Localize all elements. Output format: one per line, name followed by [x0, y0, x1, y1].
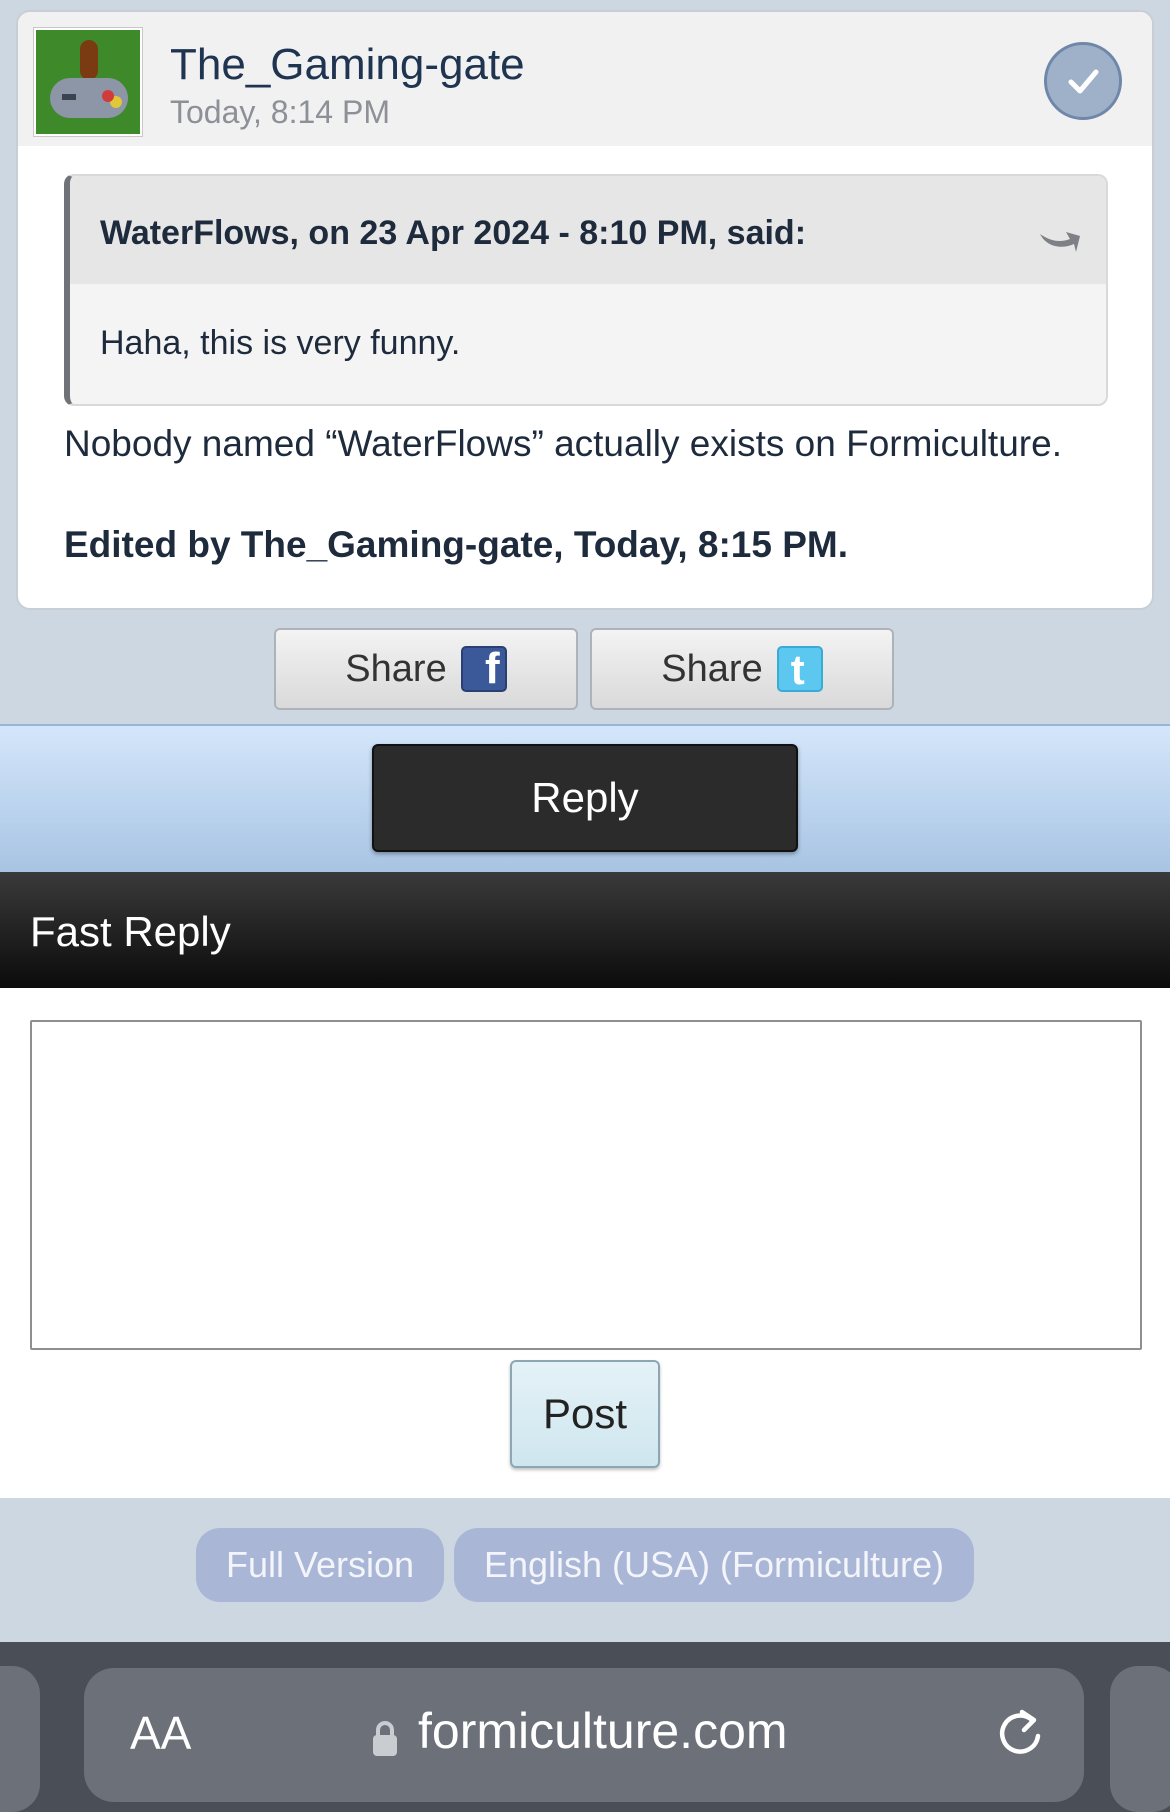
post-body: Nobody named “WaterFlows” actually exist…	[64, 423, 1062, 464]
gamepad-icon	[50, 78, 128, 118]
fast-reply-panel: Post	[0, 988, 1170, 1498]
checkmark-icon[interactable]	[1044, 42, 1122, 120]
full-version-link[interactable]: Full Version	[196, 1528, 444, 1602]
language-selector[interactable]: English (USA) (Formiculture)	[454, 1528, 974, 1602]
url-text[interactable]: formiculture.com	[418, 1702, 788, 1760]
share-twitter-button[interactable]: Share	[590, 628, 894, 710]
fast-reply-textarea[interactable]	[30, 1020, 1142, 1350]
avatar[interactable]	[34, 28, 142, 136]
post-button[interactable]: Post	[510, 1360, 660, 1468]
next-tab[interactable]	[1110, 1666, 1170, 1812]
share-facebook-label: Share	[345, 647, 447, 690]
quote-arrow-icon[interactable]	[1036, 220, 1082, 256]
share-facebook-button[interactable]: Share	[274, 628, 578, 710]
browser-toolbar: AA formiculture.com	[0, 1642, 1170, 1812]
quote-citation: WaterFlows, on 23 Apr 2024 - 8:10 PM, sa…	[100, 214, 807, 252]
post-header: The_Gaming-gate Today, 8:14 PM	[18, 12, 1152, 146]
quote-body: Haha, this is very funny.	[100, 324, 461, 362]
previous-tab[interactable]	[0, 1666, 40, 1812]
author-name[interactable]: The_Gaming-gate	[170, 40, 525, 90]
fast-reply-header: Fast Reply	[0, 872, 1170, 988]
text-size-button[interactable]: AA	[130, 1706, 191, 1760]
share-twitter-label: Share	[661, 647, 763, 690]
edit-note: Edited by The_Gaming-gate, Today, 8:15 P…	[64, 524, 848, 565]
post-card: The_Gaming-gate Today, 8:14 PM WaterFlow…	[16, 10, 1154, 610]
fast-reply-title: Fast Reply	[30, 908, 231, 955]
ant-icon	[80, 40, 98, 80]
quote-block: WaterFlows, on 23 Apr 2024 - 8:10 PM, sa…	[64, 174, 1108, 406]
twitter-icon	[776, 646, 823, 694]
post-time: Today, 8:14 PM	[170, 94, 390, 130]
reload-icon[interactable]	[992, 1706, 1048, 1762]
facebook-icon	[460, 644, 507, 694]
quote-header: WaterFlows, on 23 Apr 2024 - 8:10 PM, sa…	[70, 176, 1106, 284]
address-bar[interactable]: AA formiculture.com	[84, 1668, 1084, 1802]
reply-button[interactable]: Reply	[372, 744, 798, 852]
lock-icon	[373, 1721, 397, 1756]
